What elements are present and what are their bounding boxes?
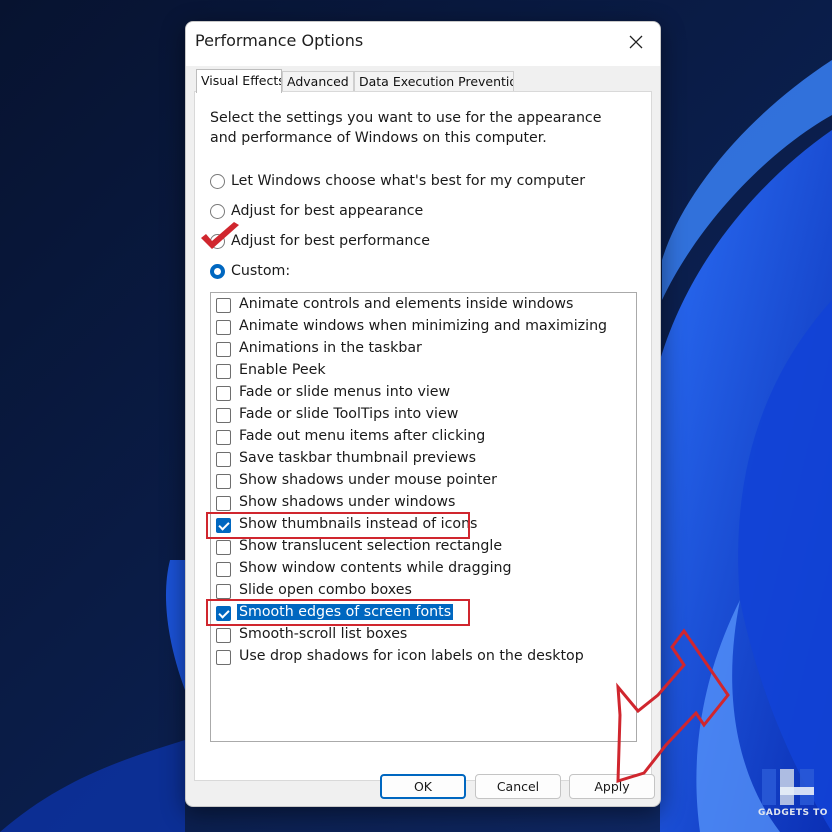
highlight-box-smooth-fonts <box>206 599 470 626</box>
radio-button[interactable] <box>210 204 225 219</box>
radio-label: Custom: <box>231 263 291 279</box>
cancel-button[interactable]: Cancel <box>475 774 561 799</box>
checkbox-label: Use drop shadows for icon labels on the … <box>239 648 584 664</box>
checkbox[interactable] <box>216 320 231 335</box>
list-item[interactable]: Show translucent selection rectangle <box>216 538 630 558</box>
list-item[interactable]: Show shadows under mouse pointer <box>216 472 630 492</box>
red-arrow-icon <box>616 628 730 784</box>
checkbox-label: Show translucent selection rectangle <box>239 538 503 554</box>
checkbox[interactable] <box>216 496 231 511</box>
checkbox-label: Slide open combo boxes <box>239 582 412 598</box>
list-item[interactable]: Show shadows under windows <box>216 494 630 514</box>
performance-options-dialog: Performance Options Visual Effects Advan… <box>185 21 661 807</box>
checkbox[interactable] <box>216 408 231 423</box>
radio-label: Adjust for best appearance <box>231 203 424 219</box>
list-item[interactable]: Show window contents while dragging <box>216 560 630 580</box>
checkbox-label: Animate controls and elements inside win… <box>239 296 574 312</box>
list-item[interactable]: Enable Peek <box>216 362 630 382</box>
checkbox[interactable] <box>216 386 231 401</box>
checkbox-label: Animate windows when minimizing and maxi… <box>239 318 608 334</box>
list-item[interactable]: Animate windows when minimizing and maxi… <box>216 318 630 338</box>
list-item[interactable]: Fade out menu items after clicking <box>216 428 630 448</box>
radio-button[interactable] <box>210 174 225 189</box>
checkbox-label: Show window contents while dragging <box>239 560 512 576</box>
checkbox-label: Animations in the taskbar <box>239 340 422 356</box>
tab-visual-effects[interactable]: Visual Effects <box>196 69 282 93</box>
checkbox[interactable] <box>216 298 231 313</box>
title-bar: Performance Options <box>186 22 660 66</box>
dialog-title: Performance Options <box>195 31 364 50</box>
list-item[interactable]: Smooth-scroll list boxes <box>216 626 630 646</box>
checkbox-label: Show shadows under mouse pointer <box>239 472 497 488</box>
list-item[interactable]: Use drop shadows for icon labels on the … <box>216 648 630 668</box>
settings-description: Select the settings you want to use for … <box>210 110 602 146</box>
close-button[interactable] <box>618 27 654 57</box>
checkbox[interactable] <box>216 628 231 643</box>
checkbox[interactable] <box>216 650 231 665</box>
list-item[interactable]: Animate controls and elements inside win… <box>216 296 630 316</box>
checkbox-label: Fade out menu items after clicking <box>239 428 486 444</box>
list-item[interactable]: Fade or slide ToolTips into view <box>216 406 630 426</box>
checkbox-label: Save taskbar thumbnail previews <box>239 450 477 466</box>
checkbox[interactable] <box>216 364 231 379</box>
tab-data-execution-prevention[interactable]: Data Execution Prevention <box>354 71 514 91</box>
checkbox-label: Fade or slide menus into view <box>239 384 451 400</box>
checkbox-label: Show shadows under windows <box>239 494 456 510</box>
checkbox[interactable] <box>216 452 231 467</box>
radio-button-selected[interactable] <box>210 264 225 279</box>
checkbox[interactable] <box>216 540 231 555</box>
radio-label: Adjust for best performance <box>231 233 430 249</box>
checkbox[interactable] <box>216 474 231 489</box>
close-icon <box>629 35 643 49</box>
radio-label: Let Windows choose what's best for my co… <box>231 173 586 189</box>
checkbox[interactable] <box>216 584 231 599</box>
red-checkmark-icon <box>201 222 239 249</box>
checkbox-label: Enable Peek <box>239 362 326 378</box>
tab-advanced[interactable]: Advanced <box>282 71 354 91</box>
checkbox[interactable] <box>216 562 231 577</box>
list-item[interactable]: Fade or slide menus into view <box>216 384 630 404</box>
list-item[interactable]: Animations in the taskbar <box>216 340 630 360</box>
checkbox[interactable] <box>216 342 231 357</box>
ok-button[interactable]: OK <box>380 774 466 799</box>
watermark-text: GADGETS TO USE <box>758 808 832 818</box>
highlight-box-thumbnails <box>206 512 470 539</box>
checkbox[interactable] <box>216 430 231 445</box>
checkbox-label: Smooth-scroll list boxes <box>239 626 408 642</box>
list-item[interactable]: Save taskbar thumbnail previews <box>216 450 630 470</box>
checkbox-label: Fade or slide ToolTips into view <box>239 406 459 422</box>
